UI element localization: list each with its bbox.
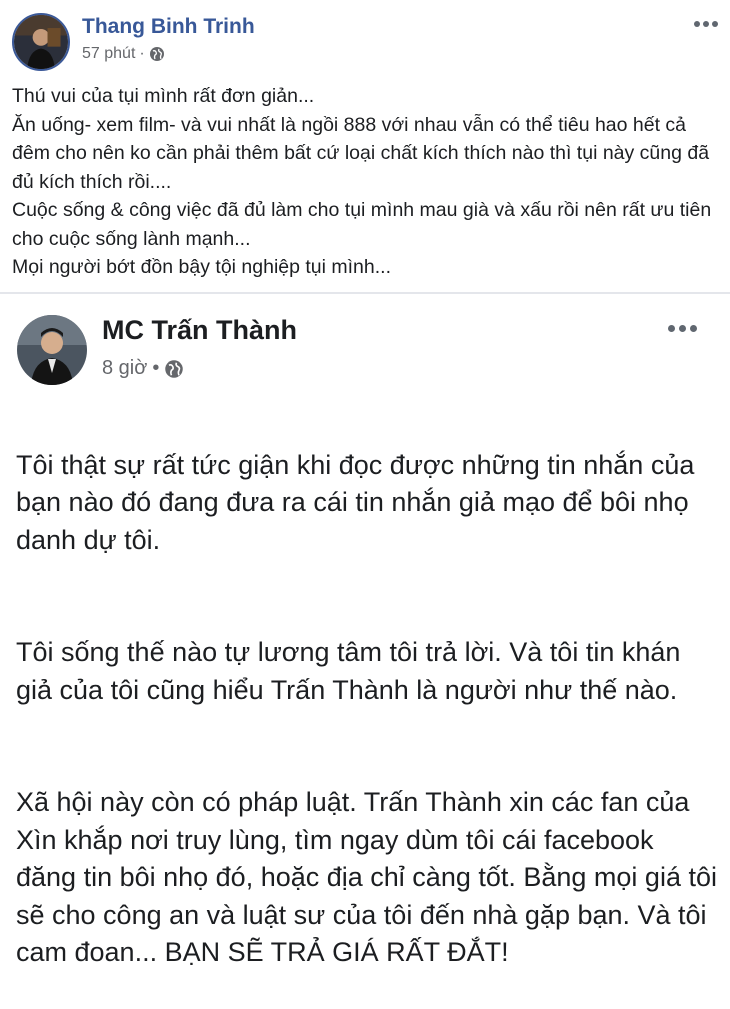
globe-icon	[149, 46, 165, 62]
paragraph: Tôi thật sự rất tức giận khi đọc được nh…	[16, 449, 695, 555]
dot	[703, 21, 709, 27]
post-text: Tôi thật sự rất tức giận khi đọc được nh…	[16, 409, 721, 1009]
dot	[712, 21, 718, 27]
meta-separator: ·	[139, 45, 145, 62]
post-meta: 8 giờ •	[102, 357, 184, 380]
dot	[679, 325, 686, 332]
more-options-button[interactable]	[668, 325, 697, 332]
globe-icon	[164, 359, 184, 379]
author-avatar[interactable]	[17, 315, 87, 385]
dot	[694, 21, 700, 27]
paragraph: Xã hội này còn có pháp luật. Trấn Thành …	[16, 787, 717, 967]
paragraph: Tôi sống thế nào tự lương tâm tôi trả lờ…	[16, 637, 681, 705]
post-time[interactable]: 8 giờ	[102, 357, 147, 380]
meta-separator: •	[152, 357, 160, 379]
dot	[690, 325, 697, 332]
more-options-button[interactable]	[694, 21, 718, 27]
author-name[interactable]: Thang Binh Trinh	[82, 15, 255, 39]
author-avatar[interactable]	[12, 13, 70, 71]
dot	[668, 325, 675, 332]
post-time[interactable]: 57 phút	[82, 45, 135, 63]
post-thang-binh-trinh: Thang Binh Trinh 57 phút · Thú vui của t…	[0, 0, 730, 292]
post-meta: 57 phút ·	[82, 45, 165, 63]
post-text: Thú vui của tụi mình rất đơn giản... Ăn …	[12, 85, 712, 278]
author-name[interactable]: MC Trấn Thành	[102, 315, 297, 346]
